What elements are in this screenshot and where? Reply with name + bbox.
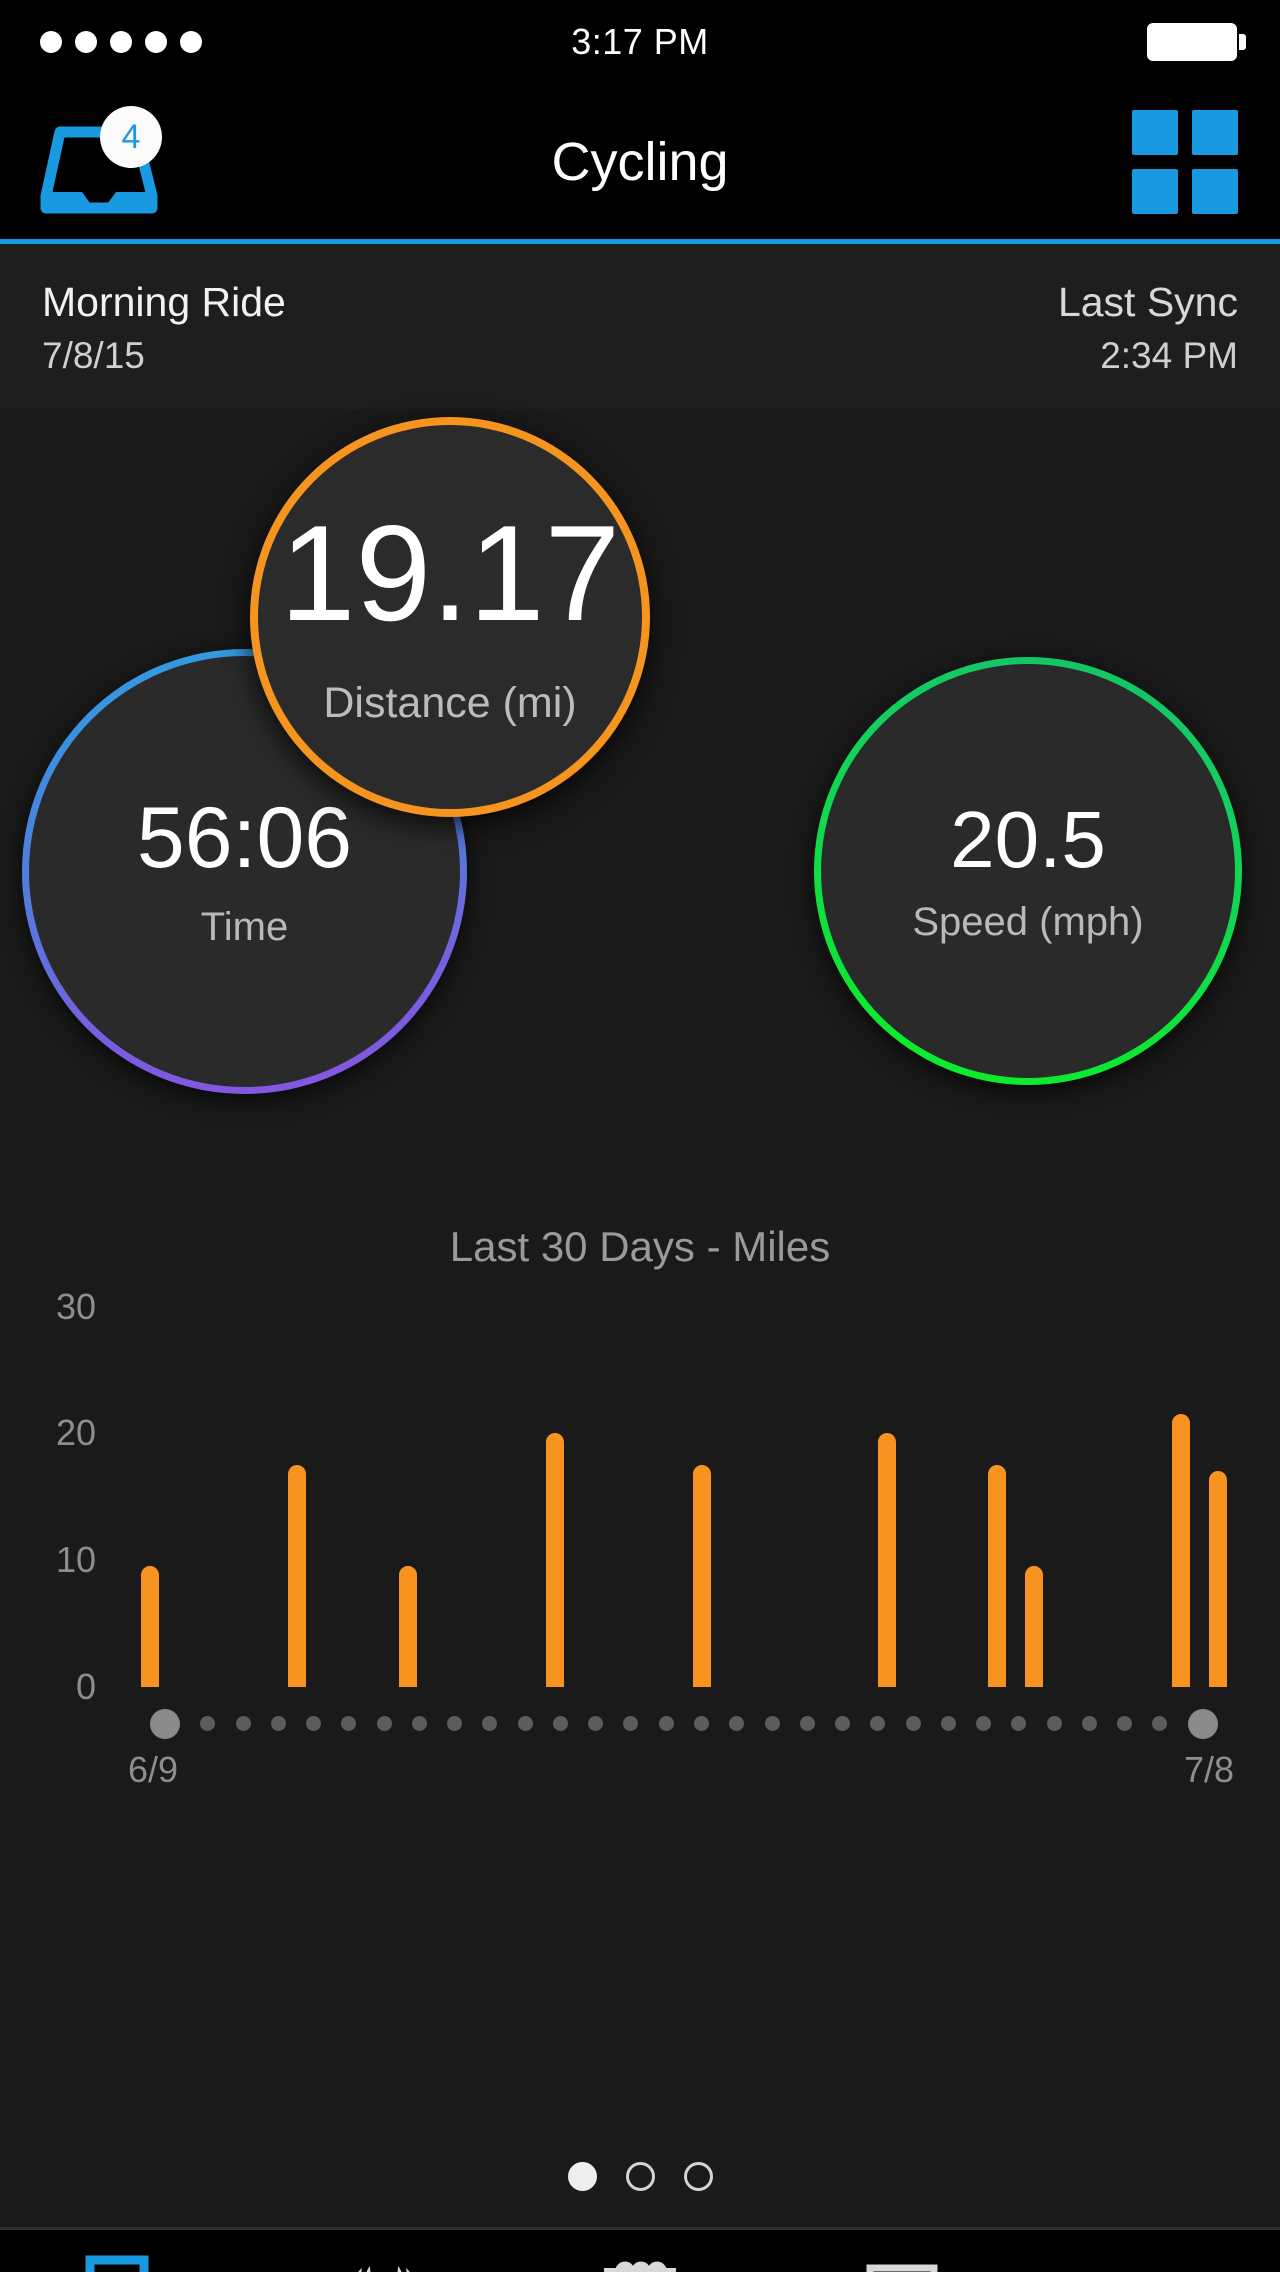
bottom-tab-bar: Snapshots Leaderboard 31 Calendar [0, 2226, 1280, 2272]
y-tick-30: 30 [55, 1285, 96, 1327]
day-dot[interactable] [411, 1716, 427, 1732]
metric-circle-distance[interactable]: 19.17 Distance (mi) [250, 417, 650, 817]
day-dot[interactable] [905, 1716, 921, 1732]
tab-calendar[interactable]: 31 Calendar [512, 2230, 768, 2272]
chart-y-axis: 30 20 10 0 [0, 1286, 130, 1777]
chart-bar [988, 1464, 1007, 1687]
y-tick-20: 20 [55, 1412, 96, 1454]
day-dot[interactable] [658, 1716, 674, 1732]
y-tick-10: 10 [55, 1538, 96, 1580]
day-dot[interactable] [1117, 1716, 1133, 1732]
day-dot[interactable] [976, 1716, 992, 1732]
calendar-icon: 31 [592, 2252, 688, 2272]
grid-square-4 [1192, 168, 1238, 214]
activity-info: Morning Ride 7/8/15 [42, 276, 286, 381]
day-dot[interactable] [693, 1716, 709, 1732]
grid-square-1 [1132, 109, 1178, 155]
battery-cap [1239, 34, 1246, 50]
day-dot[interactable] [200, 1716, 216, 1732]
day-dot[interactable] [447, 1716, 463, 1732]
chart-bar [398, 1566, 417, 1687]
last-sync-time: 2:34 PM [1100, 335, 1238, 377]
metric-circle-speed[interactable]: 20.5 Speed (mph) [814, 657, 1242, 1085]
chart-plot-area [141, 1307, 1227, 1777]
grid-view-button[interactable] [1132, 109, 1238, 214]
day-dot[interactable] [482, 1716, 498, 1732]
page-title: Cycling [551, 131, 729, 192]
y-tick-0: 0 [75, 1665, 96, 1707]
time-value: 56:06 [136, 790, 353, 887]
chart-bar [1209, 1471, 1227, 1687]
ellipsis-icon [1088, 2252, 1216, 2272]
day-dot[interactable] [940, 1716, 956, 1732]
chart-bar [288, 1464, 307, 1687]
page-dot-1[interactable] [567, 2161, 597, 2191]
x-end-label: 7/8 [1183, 1748, 1234, 1790]
status-bar-clock: 3:17 PM [571, 21, 709, 62]
chart-bar [1172, 1414, 1191, 1687]
snapshots-icon [80, 2252, 176, 2272]
tab-leaderboard[interactable]: Leaderboard [256, 2230, 512, 2272]
day-dot[interactable] [376, 1716, 392, 1732]
page-dot-2[interactable] [625, 2161, 655, 2191]
chart-bar [877, 1433, 896, 1687]
chart-title: Last 30 Days - Miles [449, 1222, 831, 1270]
day-dot[interactable] [835, 1716, 851, 1732]
speed-caption: Speed (mph) [912, 899, 1144, 944]
snapshot-content: 56:06 Time 20.5 Speed (mph) 19.17 Distan… [0, 408, 1280, 2227]
day-dot[interactable] [1187, 1708, 1218, 1739]
navigation-bar: 4 Cycling [0, 84, 1280, 244]
day-dot[interactable] [1152, 1716, 1168, 1732]
activity-name: Morning Ride [42, 279, 286, 325]
x-start-label: 6/9 [128, 1748, 179, 1790]
day-dot[interactable] [235, 1716, 251, 1732]
page-dot-3[interactable] [683, 2161, 713, 2191]
miles-bar-chart: 30 20 10 0 6/9 7/8 [0, 1286, 1280, 1790]
activity-date: 7/8/15 [42, 335, 145, 377]
day-dot[interactable] [150, 1708, 180, 1739]
chart-day-dots[interactable] [150, 1708, 1218, 1739]
battery-body [1147, 23, 1237, 61]
day-dot[interactable] [870, 1716, 886, 1732]
status-bar: 3:17 PM [0, 0, 1280, 84]
tab-more[interactable]: More [1024, 2230, 1280, 2272]
chart-bar [546, 1433, 565, 1687]
metric-circles: 56:06 Time 20.5 Speed (mph) 19.17 Distan… [0, 409, 1280, 1229]
day-dot[interactable] [306, 1716, 322, 1732]
sync-info: Last Sync 2:34 PM [1058, 276, 1238, 381]
page-indicator[interactable] [0, 2161, 1280, 2191]
day-dot[interactable] [270, 1716, 286, 1732]
day-dot[interactable] [764, 1716, 780, 1732]
day-dot[interactable] [1046, 1716, 1062, 1732]
day-dot[interactable] [1011, 1716, 1027, 1732]
time-caption: Time [200, 905, 289, 950]
day-dot[interactable] [729, 1716, 745, 1732]
tab-snapshots[interactable]: Snapshots [0, 2230, 256, 2272]
day-dot[interactable] [623, 1716, 639, 1732]
distance-value: 19.17 [279, 497, 621, 650]
battery-indicator [1147, 23, 1246, 61]
day-dot[interactable] [588, 1716, 604, 1732]
day-dot[interactable] [799, 1716, 815, 1732]
newspaper-icon [848, 2252, 944, 2272]
day-dot[interactable] [341, 1716, 357, 1732]
chart-bar [141, 1566, 159, 1687]
activity-summary-header: Morning Ride 7/8/15 Last Sync 2:34 PM [0, 244, 1280, 409]
speed-value: 20.5 [950, 794, 1106, 884]
laurel-wreath-icon [336, 2252, 432, 2272]
tab-news-feed[interactable]: News Feed [768, 2230, 1024, 2272]
chart-x-axis-labels: 6/9 7/8 [128, 1749, 1234, 1791]
last-sync-label: Last Sync [1057, 279, 1238, 325]
chart-bar [1024, 1566, 1043, 1687]
chart-bar [693, 1464, 712, 1687]
day-dot[interactable] [552, 1716, 568, 1732]
grid-square-2 [1192, 109, 1238, 155]
grid-square-3 [1132, 168, 1178, 214]
day-dot[interactable] [1081, 1716, 1097, 1732]
day-dot[interactable] [517, 1716, 533, 1732]
distance-caption: Distance (mi) [323, 679, 577, 728]
